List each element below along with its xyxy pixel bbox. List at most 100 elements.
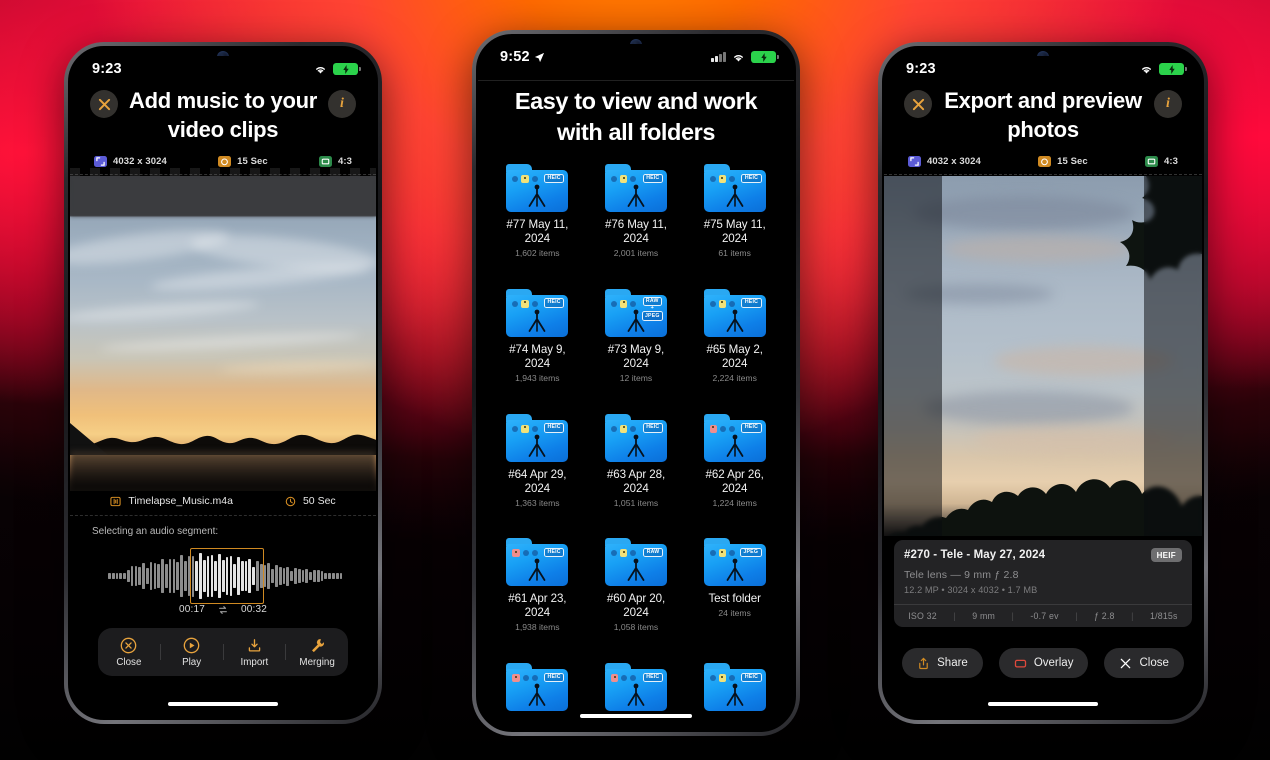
share-icon — [919, 657, 928, 669]
audio-file-chip[interactable]: Timelapse_Music.m4a — [110, 495, 233, 507]
folder-item-count: 2,224 items — [712, 372, 757, 383]
overlay-button[interactable]: Overlay — [998, 648, 1089, 678]
folder-icon: JPEG — [703, 538, 766, 587]
waveform-bar — [130, 565, 134, 587]
page-title-3: Export and preview photos — [944, 88, 1142, 142]
audio-duration-chip: 50 Sec — [285, 495, 336, 507]
folder-item[interactable]: HEIC #74 May 9, 2024 1,943 items — [488, 288, 587, 402]
folder-key-indicator — [610, 299, 637, 308]
exif-card[interactable]: #270 - Tele - May 27, 2024 HEIF Tele len… — [894, 540, 1192, 627]
folder-name: #75 May 11, 2024 — [703, 218, 766, 245]
waveform-bar — [119, 573, 123, 579]
meta-aspect-label: 4:3 — [337, 156, 352, 167]
waveform-bar — [271, 569, 274, 583]
folder-format-badge: HEIC — [543, 423, 565, 433]
meta-aspect: 4:3 — [318, 156, 352, 167]
folder-name: #61 Apr 23, 2024 — [508, 592, 567, 620]
exif-format-badge: HEIF — [1150, 548, 1182, 562]
tripod-icon — [726, 184, 744, 207]
folder-item[interactable]: HEIC — [488, 663, 587, 730]
exif-lens-line: Tele lens — 9 mm ƒ 2.8 — [904, 569, 1019, 581]
header-3: Export and preview photos i 4032 x 3024 … — [884, 82, 1202, 175]
audio-info-row: Timelapse_Music.m4a 50 Sec — [70, 495, 376, 516]
page-title: Add music to your video clips — [128, 88, 318, 142]
resolution-icon — [908, 156, 921, 167]
waveform-bar — [305, 568, 309, 584]
music-file-icon — [110, 496, 121, 506]
meta-strip-3: 4032 x 3024 15 Sec 4:3 — [884, 148, 1202, 175]
folder-icon: HEIC — [506, 288, 569, 337]
home-indicator — [988, 701, 1098, 706]
folder-item[interactable]: RAW + JPEG #73 May 9, 2024 12 items — [587, 288, 686, 402]
folder-item[interactable]: HEIC #76 May 11, 2024 2,001 items — [587, 164, 686, 277]
folder-format-badge: HEIC — [741, 298, 762, 308]
folder-format-badge: HEIC — [543, 672, 565, 683]
video-preview[interactable] — [70, 176, 376, 491]
tripod-icon — [726, 434, 744, 457]
folder-item[interactable]: JPEG Test folder 24 items — [685, 538, 784, 651]
folder-item[interactable]: HEIC #63 Apr 28, 2024 1,051 items — [587, 413, 686, 527]
tripod-icon — [627, 683, 645, 707]
header-1: Add music to your video clips i 4032 x 3… — [70, 82, 376, 175]
folder-name: Test folder — [708, 592, 761, 606]
waveform-bar — [126, 570, 130, 582]
folder-item[interactable]: HEIC #77 May 11, 2024 1,602 items — [488, 164, 587, 277]
tripod-icon — [726, 683, 744, 707]
waveform-bar — [111, 573, 115, 579]
tripod-icon — [726, 309, 744, 332]
exif-footer-value: 1/815s — [1150, 611, 1178, 621]
meta-duration-label: 15 Sec — [1057, 156, 1088, 167]
wifi-icon — [316, 66, 325, 74]
meta-resolution: 4032 x 3024 — [94, 156, 167, 167]
close-button-3[interactable]: Close — [1104, 648, 1184, 678]
segment-start-time: 00:17 — [178, 604, 205, 615]
play-circle-icon — [183, 637, 200, 653]
meta-duration: 15 Sec — [1038, 156, 1088, 167]
folder-icon: HEIC — [703, 413, 766, 462]
close-button[interactable] — [904, 90, 932, 118]
close-button[interactable] — [90, 90, 118, 118]
info-button[interactable]: i — [1154, 90, 1182, 118]
timer-icon — [218, 156, 232, 167]
toolbar-merging-button[interactable]: Merging — [286, 637, 348, 668]
exif-footer-value: 9 mm — [972, 611, 996, 621]
folder-item-count: 2,001 items — [613, 248, 659, 258]
waveform-bar — [278, 566, 282, 586]
folder-item[interactable]: HEIC #61 Apr 23, 2024 1,938 items — [488, 538, 587, 651]
folder-name: #60 Apr 20, 2024 — [606, 592, 666, 620]
bottom-toolbar-1: Close Play Import Merging — [98, 628, 348, 676]
waveform-bar — [164, 564, 168, 588]
folder-grid[interactable]: HEIC #77 May 11, 2024 1,602 items HEIC #76 M… — [488, 164, 784, 730]
waveform-bar — [115, 573, 119, 579]
toolbar-play-button[interactable]: Play — [161, 637, 223, 668]
waveform-bar — [142, 563, 145, 589]
tripod-icon — [528, 683, 546, 707]
waveform-bar — [108, 573, 111, 579]
waveform-bar — [309, 571, 312, 581]
phone-mockup-2: 9:52 Easy to view and work with all fold… — [472, 30, 800, 736]
info-button[interactable]: i — [328, 90, 356, 118]
folder-format-badge: HEIC — [741, 672, 762, 683]
folder-name: #65 May 2, 2024 — [706, 342, 763, 370]
toolbar-close-button[interactable]: Close — [98, 637, 160, 668]
waveform-selection-handle[interactable] — [190, 548, 264, 604]
folder-icon: HEIC — [506, 164, 569, 212]
waveform-bar — [138, 566, 142, 586]
folder-item[interactable]: HEIC #64 Apr 29, 2024 1,363 items — [488, 413, 587, 527]
folder-item[interactable]: RAW #60 Apr 20, 2024 1,058 items — [587, 538, 686, 651]
status-time-text: 9:52 — [500, 49, 530, 65]
swap-icon[interactable] — [218, 605, 228, 615]
waveform-bar — [316, 570, 320, 582]
folder-item[interactable]: HEIC #65 May 2, 2024 2,224 items — [685, 288, 784, 402]
folder-item[interactable]: HEIC #62 Apr 26, 2024 1,224 items — [685, 413, 784, 527]
tripod-icon — [726, 558, 744, 582]
photo-preview[interactable] — [884, 176, 1202, 536]
share-button[interactable]: Share — [902, 648, 983, 678]
folder-item[interactable]: HEIC #75 May 11, 2024 61 items — [685, 164, 784, 277]
toolbar-import-button[interactable]: Import — [224, 637, 286, 668]
folder-item[interactable]: HEIC — [685, 663, 784, 730]
folder-name: #73 May 9, 2024 — [607, 342, 665, 370]
waveform-bar — [145, 567, 149, 585]
audio-waveform[interactable]: 00:17 00:32 — [70, 548, 376, 615]
folder-item[interactable]: HEIC — [587, 663, 686, 730]
